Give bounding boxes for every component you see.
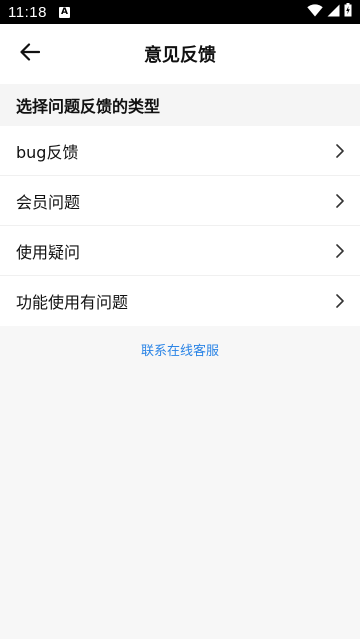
chevron-right-icon xyxy=(336,193,344,208)
feedback-type-list: bug反馈 会员问题 使用疑问 功能使用有问题 xyxy=(0,126,360,326)
list-item-member-issue[interactable]: 会员问题 xyxy=(0,176,360,226)
chevron-right-icon xyxy=(336,143,344,158)
list-item-label: 功能使用有问题 xyxy=(16,293,129,312)
wifi-icon xyxy=(307,3,323,21)
battery-icon xyxy=(344,3,352,21)
signal-icon xyxy=(327,4,340,21)
status-time: 11:18 xyxy=(8,3,47,21)
chevron-right-icon xyxy=(336,243,344,258)
chevron-right-icon xyxy=(336,294,344,308)
contact-support-link[interactable]: 联系在线客服 xyxy=(0,340,360,359)
back-button[interactable] xyxy=(12,36,48,72)
app-bar: 意见反馈 xyxy=(0,24,360,84)
list-item-label: 使用疑问 xyxy=(16,242,81,262)
notification-icon: A xyxy=(58,6,70,18)
status-icons xyxy=(307,3,352,21)
section-header: 选择问题反馈的类型 xyxy=(0,84,360,126)
page-title: 意见反馈 xyxy=(144,45,216,66)
status-bar: 11:18 A xyxy=(0,0,360,24)
arrow-left-icon xyxy=(20,43,41,65)
list-item-label: bug反馈 xyxy=(16,142,79,162)
list-item-feature-issue[interactable]: 功能使用有问题 xyxy=(0,276,360,326)
list-item-bug-feedback[interactable]: bug反馈 xyxy=(0,126,360,176)
list-item-usage-question[interactable]: 使用疑问 xyxy=(0,226,360,276)
list-item-label: 会员问题 xyxy=(16,192,81,212)
